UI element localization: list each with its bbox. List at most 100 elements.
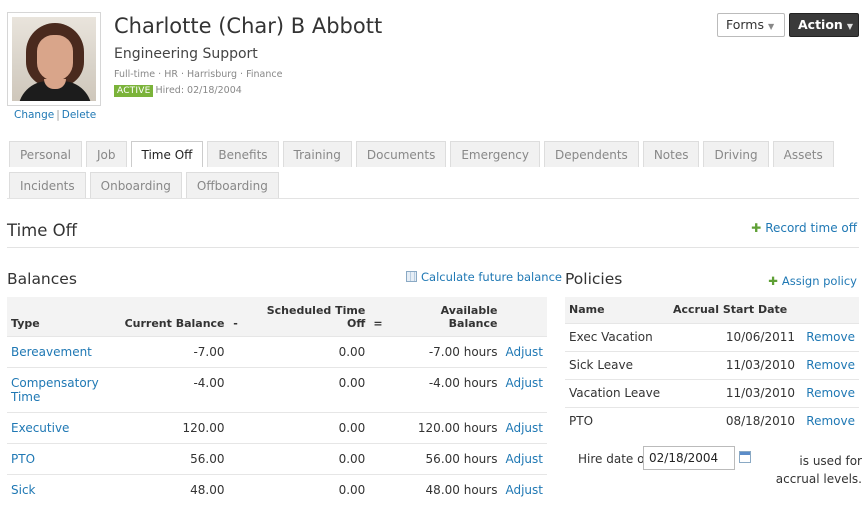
col-accrual-start: Accrual Start Date: [669, 297, 799, 323]
tab-personal[interactable]: Personal: [9, 141, 83, 167]
col-scheduled: Scheduled Time Off: [242, 297, 370, 336]
balances-header-row: Type Current Balance - Scheduled Time Of…: [7, 297, 547, 336]
action-button[interactable]: Action ▼: [789, 13, 859, 37]
spacer: [369, 411, 387, 443]
accrual-start-date: 11/03/2010: [669, 378, 799, 407]
policy-row: Vacation Leave 11/03/2010 Remove: [565, 378, 859, 407]
remove-cell: Remove: [799, 322, 859, 351]
employee-status-line: ACTIVE Hired: 02/18/2004: [114, 85, 242, 97]
tab-time-off[interactable]: Time Off: [130, 141, 204, 167]
tab-notes[interactable]: Notes: [642, 141, 700, 167]
hire-date-note: is used for accrual levels.: [775, 454, 862, 486]
balance-type-link[interactable]: Compensatory Time: [7, 366, 112, 412]
tab-job[interactable]: Job: [86, 141, 127, 167]
forms-button[interactable]: Forms ▼: [717, 13, 785, 37]
calculate-future-balance-link[interactable]: Calculate future balance: [406, 270, 562, 284]
spacer: [369, 473, 387, 505]
current-balance: 48.00: [111, 473, 229, 505]
photo-links: Change | Delete: [14, 109, 96, 121]
tab-benefits[interactable]: Benefits: [207, 141, 279, 167]
balance-type-link[interactable]: Bereavement: [7, 335, 112, 367]
remove-cell: Remove: [799, 378, 859, 407]
policies-title: Policies: [565, 270, 623, 288]
scheduled-time-off: 0.00: [242, 366, 370, 412]
balance-type-link[interactable]: PTO: [7, 442, 112, 474]
tab-driving[interactable]: Driving: [703, 141, 769, 167]
remove-policy-link[interactable]: Remove: [806, 358, 855, 372]
current-balance: 56.00: [111, 442, 229, 474]
balance-type-link[interactable]: Sick: [7, 473, 112, 505]
adjust-link[interactable]: Adjust: [505, 345, 543, 359]
col-minus: -: [228, 297, 243, 336]
available-balance: 56.00 hours: [386, 442, 502, 474]
spacer: [228, 366, 243, 412]
chevron-down-icon: ▼: [768, 22, 775, 31]
tab-row-2: Incidents Onboarding Offboarding: [9, 172, 859, 198]
current-balance: 120.00: [111, 411, 229, 443]
spacer: [369, 366, 387, 412]
adjust-cell: Adjust: [501, 473, 547, 505]
scheduled-time-off: 0.00: [242, 473, 370, 505]
tab-dependents[interactable]: Dependents: [544, 141, 639, 167]
current-balance: -4.00: [111, 366, 229, 412]
policy-name: PTO: [565, 406, 669, 435]
tab-onboarding[interactable]: Onboarding: [89, 172, 182, 198]
record-time-off-link[interactable]: ✚ Record time off: [751, 221, 857, 235]
plus-icon: ✚: [768, 274, 778, 288]
section-title: Time Off: [7, 221, 77, 240]
balance-type-link[interactable]: Executive: [7, 411, 112, 443]
remove-policy-link[interactable]: Remove: [806, 414, 855, 428]
spacer: [228, 411, 243, 443]
calendar-icon[interactable]: [739, 451, 751, 463]
adjust-link[interactable]: Adjust: [505, 376, 543, 390]
col-policy-action: [799, 297, 859, 323]
forms-button-label: Forms: [726, 17, 765, 32]
remove-cell: Remove: [799, 406, 859, 435]
assign-policy-label: Assign policy: [781, 274, 857, 288]
balance-row: PTO 56.00 0.00 56.00 hours Adjust: [7, 442, 547, 474]
remove-policy-link[interactable]: Remove: [806, 330, 855, 344]
policies-table: Name Accrual Start Date Exec Vacation 10/…: [565, 297, 859, 435]
spacer: [369, 335, 387, 367]
available-balance: 48.00 hours: [386, 473, 502, 505]
balance-type-label: Bereavement: [11, 344, 92, 359]
scheduled-time-off: 0.00: [242, 411, 370, 443]
col-action: [501, 297, 547, 336]
policy-name: Vacation Leave: [565, 378, 669, 407]
policies-header-row: Name Accrual Start Date: [565, 297, 859, 323]
tab-documents[interactable]: Documents: [355, 141, 447, 167]
tab-offboarding[interactable]: Offboarding: [185, 172, 279, 198]
assign-policy-link[interactable]: ✚ Assign policy: [768, 274, 857, 288]
adjust-link[interactable]: Adjust: [505, 452, 543, 466]
available-balance: -7.00 hours: [386, 335, 502, 367]
record-time-off-label: Record time off: [765, 221, 857, 235]
policy-row: Exec Vacation 10/06/2011 Remove: [565, 322, 859, 351]
balance-type-label: PTO: [11, 451, 36, 466]
tab-training[interactable]: Training: [282, 141, 352, 167]
accrual-start-date: 08/18/2010: [669, 406, 799, 435]
photo-delete-link[interactable]: Delete: [62, 109, 97, 121]
adjust-link[interactable]: Adjust: [505, 483, 543, 497]
adjust-cell: Adjust: [501, 335, 547, 367]
available-balance: -4.00 hours: [386, 366, 502, 412]
remove-cell: Remove: [799, 350, 859, 379]
calculate-future-balance-label: Calculate future balance: [421, 270, 562, 284]
adjust-link[interactable]: Adjust: [505, 421, 543, 435]
tab-assets[interactable]: Assets: [772, 141, 834, 167]
spacer: [228, 335, 243, 367]
hired-date: Hired: 02/18/2004: [155, 85, 242, 96]
policies-body: Exec Vacation 10/06/2011 Remove Sick Leave 1…: [565, 322, 859, 435]
hire-date-input[interactable]: [643, 446, 735, 470]
tab-emergency[interactable]: Emergency: [450, 141, 541, 167]
tab-incidents[interactable]: Incidents: [9, 172, 86, 198]
col-current-balance: Current Balance: [111, 297, 229, 336]
col-type: Type: [7, 297, 112, 336]
tab-divider: [7, 198, 859, 199]
remove-policy-link[interactable]: Remove: [806, 386, 855, 400]
plus-icon: ✚: [751, 221, 762, 235]
employee-department: Engineering Support: [114, 46, 258, 62]
photo-change-link[interactable]: Change: [14, 109, 54, 121]
balance-row: Sick 48.00 0.00 48.00 hours Adjust: [7, 473, 547, 505]
accrual-start-date: 10/06/2011: [669, 322, 799, 351]
photo-link-separator: |: [56, 109, 60, 121]
